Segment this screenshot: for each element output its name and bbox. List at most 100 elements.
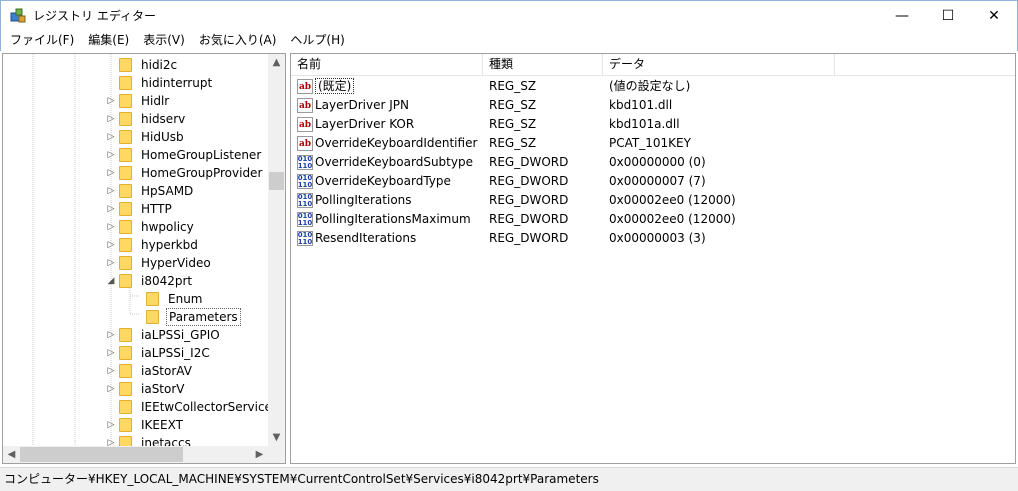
tree-item[interactable]: ▷ HpSAMD <box>106 182 195 200</box>
value-row[interactable]: 010 110 PollingIterations REG_DWORD 0x00002… <box>291 191 1015 210</box>
vertical-scroll-thumb[interactable] <box>269 172 284 190</box>
minimize-button[interactable]: — <box>879 1 925 31</box>
scroll-right-arrow-icon[interactable]: ▶ <box>251 446 268 463</box>
binary-value-icon: 010 110 <box>297 192 313 208</box>
tree-horizontal-scrollbar[interactable]: ◀ ▶ <box>3 446 268 463</box>
value-data: kbd101.dll <box>609 98 673 112</box>
menu-view[interactable]: 表示(V) <box>136 30 192 51</box>
tree-item[interactable]: ▷ HidUsb <box>106 128 186 146</box>
value-row[interactable]: ab (既定) REG_SZ (値の設定なし) <box>291 77 1015 96</box>
tree-item[interactable]: ▷ IKEEXT <box>106 416 185 434</box>
tree-item-label: HpSAMD <box>141 184 194 198</box>
folder-icon <box>119 220 132 234</box>
expand-arrow-icon[interactable]: ▷ <box>106 200 116 218</box>
value-type: REG_DWORD <box>489 174 569 188</box>
menu-bar: ファイル(F) 編集(E) 表示(V) お気に入り(A) ヘルプ(H) <box>0 30 1018 51</box>
regedit-app-icon <box>9 7 27 25</box>
expand-arrow-icon[interactable]: ▷ <box>106 362 116 380</box>
expand-arrow-icon[interactable]: ▷ <box>106 380 116 398</box>
value-name-cell: LayerDriver JPN <box>315 96 409 115</box>
scroll-up-arrow-icon[interactable]: ▲ <box>268 54 285 71</box>
expand-arrow-icon[interactable]: ▷ <box>106 326 116 344</box>
title-bar[interactable]: レジストリ エディター — ☐ ✕ <box>0 0 1018 30</box>
value-name-cell: OverrideKeyboardType <box>315 172 451 191</box>
column-header-name[interactable]: 名前 <box>291 54 483 75</box>
folder-icon <box>119 418 132 432</box>
expand-arrow-icon[interactable]: ▷ <box>106 128 116 146</box>
maximize-button[interactable]: ☐ <box>925 1 971 31</box>
no-toggle <box>106 398 116 416</box>
registry-key-tree[interactable]: hidi2c hidinterrupt ▷ Hidlr ▷ hidserv ▷ HidUsb ▷… <box>2 53 286 464</box>
string-value-icon: ab <box>297 79 313 94</box>
value-data: (値の設定なし) <box>609 79 691 93</box>
tree-item[interactable]: ▷ iaLPSSi_GPIO <box>106 326 222 344</box>
tree-item[interactable]: Parameters <box>133 308 241 326</box>
value-type: REG_DWORD <box>489 193 569 207</box>
tree-item[interactable]: ▷ hidserv <box>106 110 187 128</box>
value-row[interactable]: ab LayerDriver JPN REG_SZ kbd101.dll <box>291 96 1015 115</box>
expand-arrow-icon[interactable]: ▷ <box>106 416 116 434</box>
tree-item-label: iaLPSSi_GPIO <box>141 328 220 342</box>
tree-vertical-scrollbar[interactable]: ▲ ▼ <box>268 54 285 446</box>
expand-arrow-icon[interactable]: ▷ <box>106 344 116 362</box>
expand-arrow-icon[interactable]: ▷ <box>106 146 116 164</box>
tree-item-label: hidserv <box>141 112 186 126</box>
value-data: kbd101a.dll <box>609 117 680 131</box>
registry-values-list[interactable]: 名前 種類 データ ab (既定) REG_SZ (値の設定なし) ab LayerDri… <box>290 53 1016 464</box>
tree-item[interactable]: ◢ i8042prt <box>106 272 194 290</box>
expand-arrow-icon[interactable]: ▷ <box>106 164 116 182</box>
column-header-type[interactable]: 種類 <box>483 54 603 75</box>
tree-item-label: HomeGroupProvider <box>141 166 263 180</box>
close-button[interactable]: ✕ <box>971 1 1017 31</box>
value-name: OverrideKeyboardType <box>315 174 451 188</box>
tree-item[interactable]: ▷ Hidlr <box>106 92 171 110</box>
value-type: REG_DWORD <box>489 212 569 226</box>
value-type: REG_DWORD <box>489 231 569 245</box>
tree-item[interactable]: ▷ hwpolicy <box>106 218 196 236</box>
scroll-down-arrow-icon[interactable]: ▼ <box>268 429 285 446</box>
tree-item-label: hidinterrupt <box>141 76 213 90</box>
tree-item-label: IKEEXT <box>141 418 183 432</box>
header-divider <box>291 75 1015 76</box>
tree-item[interactable]: Enum <box>133 290 204 308</box>
tree-item-label: hidi2c <box>141 58 178 72</box>
collapse-arrow-icon[interactable]: ◢ <box>106 272 116 290</box>
tree-item[interactable]: ▷ HyperVideo <box>106 254 213 272</box>
tree-item-label: hyperkbd <box>141 238 198 252</box>
tree-item[interactable]: ▷ iaStorAV <box>106 362 194 380</box>
expand-arrow-icon[interactable]: ▷ <box>106 182 116 200</box>
folder-icon <box>119 76 132 90</box>
folder-icon <box>119 58 132 72</box>
expand-arrow-icon[interactable]: ▷ <box>106 236 116 254</box>
expand-arrow-icon[interactable]: ▷ <box>106 218 116 236</box>
value-row[interactable]: ab OverrideKeyboardIdentifier REG_SZ PCAT_1… <box>291 134 1015 153</box>
status-bar-path: コンピューター¥HKEY_LOCAL_MACHINE¥SYSTEM¥Curren… <box>0 467 1018 491</box>
value-row[interactable]: 010 110 OverrideKeyboardSubtype REG_DWORD 0… <box>291 153 1015 172</box>
value-row[interactable]: 010 110 OverrideKeyboardType REG_DWORD 0x00… <box>291 172 1015 191</box>
menu-file[interactable]: ファイル(F) <box>3 30 81 51</box>
tree-item[interactable]: ▷ HTTP <box>106 200 174 218</box>
menu-favorites[interactable]: お気に入り(A) <box>192 30 284 51</box>
expand-arrow-icon[interactable]: ▷ <box>106 92 116 110</box>
tree-item-label: Hidlr <box>141 94 170 108</box>
value-row[interactable]: ab LayerDriver KOR REG_SZ kbd101a.dll <box>291 115 1015 134</box>
horizontal-scroll-thumb[interactable] <box>20 447 183 462</box>
column-header-data[interactable]: データ <box>603 54 835 75</box>
tree-item[interactable]: hidi2c <box>106 56 179 74</box>
tree-item[interactable]: ▷ iaStorV <box>106 380 187 398</box>
tree-item[interactable]: ▷ hyperkbd <box>106 236 200 254</box>
tree-item[interactable]: ▷ HomeGroupProvider <box>106 164 264 182</box>
expand-arrow-icon[interactable]: ▷ <box>106 110 116 128</box>
scroll-left-arrow-icon[interactable]: ◀ <box>3 446 20 463</box>
menu-edit[interactable]: 編集(E) <box>81 30 136 51</box>
folder-icon <box>119 328 132 342</box>
expand-arrow-icon[interactable]: ▷ <box>106 254 116 272</box>
tree-item[interactable]: ▷ HomeGroupListener <box>106 146 263 164</box>
menu-help[interactable]: ヘルプ(H) <box>283 30 351 51</box>
value-row[interactable]: 010 110 ResendIterations REG_DWORD 0x000000… <box>291 229 1015 248</box>
binary-value-icon: 010 110 <box>297 154 313 170</box>
value-row[interactable]: 010 110 PollingIterationsMaximum REG_DWORD… <box>291 210 1015 229</box>
tree-item[interactable]: ▷ iaLPSSi_I2C <box>106 344 212 362</box>
tree-item[interactable]: hidinterrupt <box>106 74 214 92</box>
tree-item[interactable]: IEEtwCollectorService <box>106 398 274 416</box>
